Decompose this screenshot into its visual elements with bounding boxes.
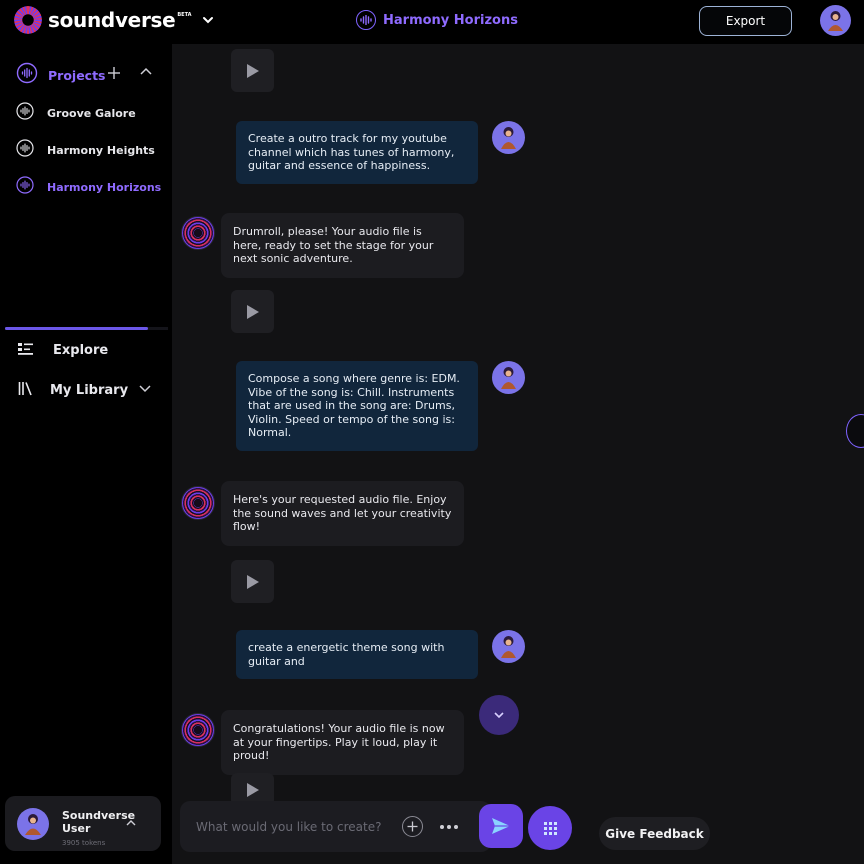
grid-icon	[543, 821, 557, 835]
sidebar-item-harmony-heights[interactable]: Harmony Heights	[16, 139, 155, 161]
sidebar-item-label: Harmony Heights	[47, 143, 155, 157]
sidebar-item-harmony-horizons[interactable]: Harmony Horizons	[16, 176, 161, 198]
page-title: Harmony Horizons	[383, 12, 518, 28]
send-icon	[492, 818, 510, 834]
plus-icon	[407, 821, 418, 832]
chevron-down-icon[interactable]	[202, 13, 216, 27]
waveform-icon	[16, 176, 34, 198]
play-icon	[246, 574, 259, 589]
waveform-icon	[16, 102, 34, 124]
user-message: Compose a song where genre is: EDM. Vibe…	[236, 361, 478, 451]
sidebar-item-groove-galore[interactable]: Groove Galore	[16, 102, 136, 124]
sidebar-item-label: My Library	[50, 383, 129, 398]
sidebar-divider	[5, 327, 168, 330]
scroll-down-button[interactable]	[479, 695, 519, 735]
add-attachment-button[interactable]	[402, 816, 423, 837]
beta-badge: BETA	[177, 12, 192, 18]
waveform-icon	[16, 62, 38, 88]
sidebar-item-label: Harmony Horizons	[47, 180, 162, 194]
bot-avatar	[181, 486, 215, 520]
audio-play-button[interactable]	[231, 49, 274, 92]
avatar	[492, 630, 525, 663]
waveform-icon	[16, 139, 34, 161]
add-project-button[interactable]	[104, 63, 124, 83]
sidebar-item-label: Explore	[53, 343, 109, 358]
more-options-icon[interactable]	[437, 817, 461, 837]
brand-logo[interactable]: soundverse BETA	[14, 6, 216, 34]
soundverse-logo-icon	[14, 6, 42, 34]
audio-play-button[interactable]	[231, 560, 274, 603]
bot-message: Congratulations! Your audio file is now …	[221, 710, 464, 775]
user-message: create a energetic theme song with guita…	[236, 630, 478, 680]
waveform-icon	[356, 10, 376, 30]
apps-grid-button[interactable]	[528, 806, 572, 850]
bot-avatar	[181, 216, 215, 250]
play-icon	[246, 304, 259, 319]
top-bar: soundverse BETA Harmony Horizons Export	[0, 0, 864, 44]
avatar	[492, 121, 525, 154]
brand-name: soundverse	[48, 8, 176, 32]
sidebar-item-explore[interactable]: Explore	[18, 341, 108, 360]
chevron-down-icon[interactable]	[137, 380, 153, 396]
avatar	[17, 808, 49, 840]
sidebar-item-label: Groove Galore	[47, 106, 136, 120]
explore-icon	[18, 341, 33, 360]
give-feedback-button[interactable]: Give Feedback	[599, 817, 710, 850]
token-count: 3905 tokens	[62, 839, 106, 847]
avatar	[492, 361, 525, 394]
user-card[interactable]: Soundverse User 3905 tokens	[5, 796, 161, 851]
export-button[interactable]: Export	[699, 6, 792, 36]
user-message: Create a outro track for my youtube chan…	[236, 121, 478, 184]
library-icon	[18, 381, 33, 400]
play-icon	[246, 782, 259, 797]
sidebar: Projects Groove Galore Harmony Heights H…	[0, 44, 172, 864]
projects-label: Projects	[48, 67, 106, 83]
project-title-group: Harmony Horizons	[356, 10, 518, 30]
chevron-up-icon[interactable]	[137, 63, 155, 81]
chevron-down-icon	[494, 712, 504, 719]
sidebar-item-my-library[interactable]: My Library	[18, 381, 128, 400]
avatar[interactable]	[820, 5, 851, 36]
user-name: Soundverse User	[62, 809, 136, 835]
bot-message: Here's your requested audio file. Enjoy …	[221, 481, 464, 546]
bot-message: Drumroll, please! Your audio file is her…	[221, 213, 464, 278]
send-button[interactable]	[479, 804, 523, 848]
play-icon	[246, 63, 259, 78]
bot-avatar	[181, 713, 215, 747]
prompt-composer	[180, 801, 491, 852]
chevron-up-icon[interactable]	[124, 816, 138, 830]
audio-play-button[interactable]	[231, 290, 274, 333]
projects-header[interactable]: Projects	[16, 62, 106, 88]
prompt-input[interactable]	[196, 817, 396, 837]
